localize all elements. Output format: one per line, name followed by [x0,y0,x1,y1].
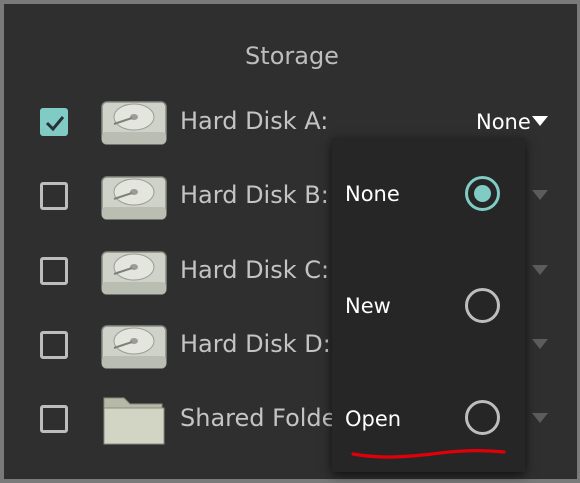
radio-button[interactable] [465,288,500,323]
option-label: Open [345,407,402,431]
dropdown-option-none[interactable]: None [332,158,525,230]
dropdown-menu: None New Open [332,138,525,472]
dropdown-arrow-icon[interactable] [532,116,548,126]
radio-button-selected[interactable] [465,176,500,211]
red-underline-annotation [351,449,506,459]
hard-disk-a-checkbox[interactable] [40,108,68,136]
hard-disk-icon [101,176,167,220]
hard-disk-icon [101,325,167,369]
hard-disk-d-label: Hard Disk D: [180,330,331,358]
hard-disk-icon [101,251,167,295]
dropdown-arrow-icon[interactable] [532,413,548,423]
dropdown-arrow-icon[interactable] [532,265,548,275]
hard-disk-b-checkbox[interactable] [40,182,68,210]
hard-disk-c-checkbox[interactable] [40,257,68,285]
folder-icon [103,397,165,445]
checkmark-icon [45,116,65,132]
shared-folder-checkbox[interactable] [40,405,68,433]
dropdown-arrow-icon[interactable] [532,190,548,200]
panel-title: Storage [245,42,339,70]
shared-folder-label: Shared Folde [180,404,337,432]
option-label: None [345,182,400,206]
hard-disk-a-select[interactable]: None [476,110,531,134]
dropdown-arrow-icon[interactable] [532,339,548,349]
hard-disk-d-checkbox[interactable] [40,331,68,359]
hard-disk-icon [101,101,167,145]
option-label: New [345,294,391,318]
hard-disk-c-label: Hard Disk C: [180,256,330,284]
hard-disk-a-label: Hard Disk A: [180,107,329,135]
radio-dot [474,185,491,202]
dropdown-option-new[interactable]: New [332,271,525,343]
radio-button[interactable] [465,400,500,435]
hard-disk-b-label: Hard Disk B: [180,181,329,209]
